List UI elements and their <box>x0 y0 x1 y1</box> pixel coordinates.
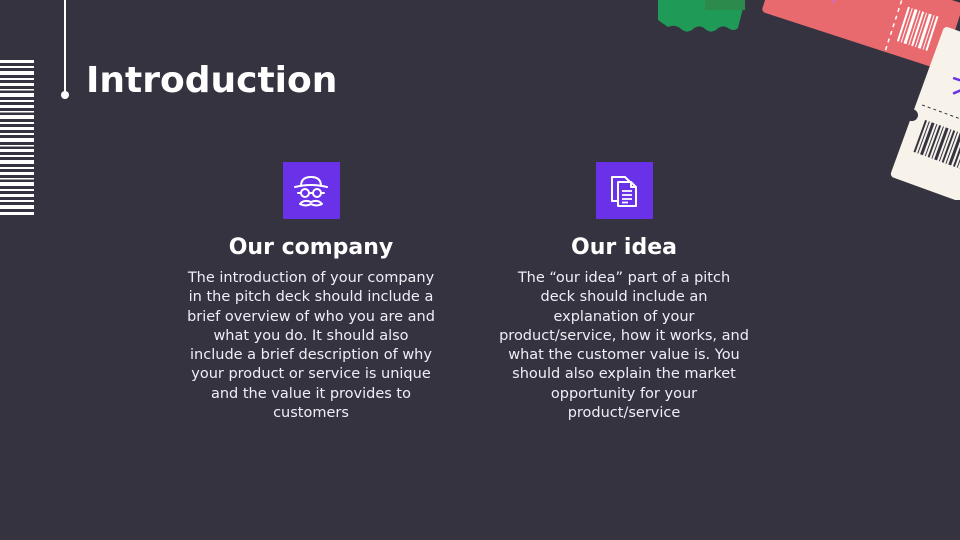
disguise-icon <box>294 175 328 206</box>
accent-vertical-line <box>64 0 66 94</box>
column-heading: Our idea <box>571 235 677 260</box>
accent-dot <box>61 91 69 99</box>
documents-icon <box>611 175 637 207</box>
barcode-decoration <box>0 60 34 215</box>
slide: Introduction Our company The introductio… <box>0 0 960 540</box>
icon-tile <box>282 162 340 219</box>
column-body-text: The introduction of your company in the … <box>187 270 435 422</box>
slide-title: Introduction <box>86 60 338 101</box>
column-heading: Our company <box>228 235 394 260</box>
icon-tile <box>595 162 653 219</box>
column-our-company: Our company The introduction of your com… <box>181 162 441 423</box>
column-our-idea: Our idea The “our idea” part of a pitch … <box>494 162 754 423</box>
column-body-text: The “our idea” part of a pitch deck shou… <box>499 270 749 422</box>
tickets-decoration <box>658 0 960 200</box>
